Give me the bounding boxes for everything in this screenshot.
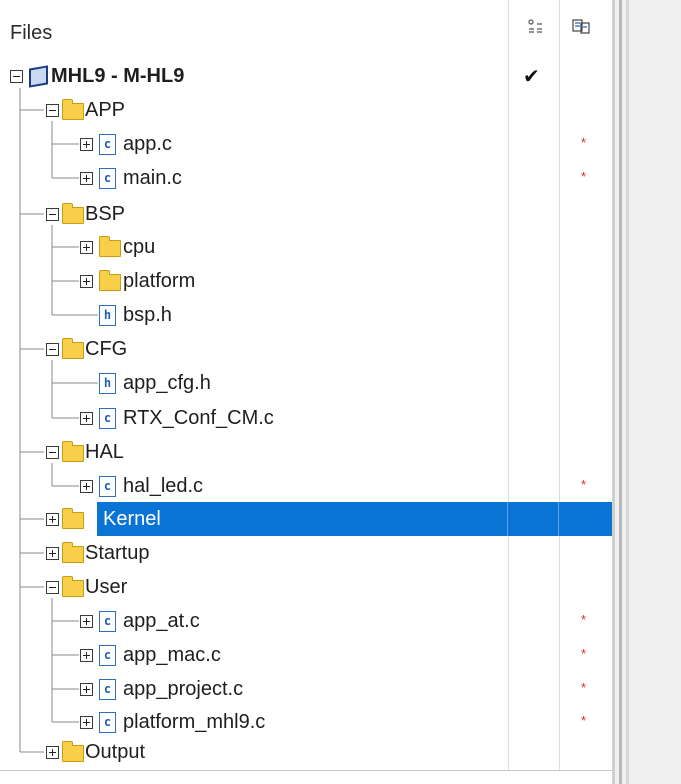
tree-item-folder-app[interactable]: APP: [0, 93, 612, 127]
h-file-icon: h: [99, 373, 116, 394]
modified-star-icon: *: [581, 477, 587, 492]
collapse-icon[interactable]: [46, 208, 59, 221]
folder-icon: [99, 236, 121, 257]
collapse-icon[interactable]: [46, 581, 59, 594]
expand-icon[interactable]: [80, 480, 93, 493]
tree-item-label: platform_mhl9.c: [123, 711, 266, 733]
collapse-icon[interactable]: [46, 343, 59, 356]
tree-item-folder-user[interactable]: User: [0, 570, 612, 604]
expand-icon[interactable]: [80, 615, 93, 628]
tree-item-label: Output: [85, 741, 146, 763]
panel-bottom-border: [0, 770, 612, 771]
tree-item-label: Kernel: [103, 508, 161, 530]
tree-item-label: main.c: [123, 167, 182, 189]
c-file-icon: c: [99, 611, 116, 632]
modified-star-icon: *: [581, 680, 587, 695]
tree-item-file-bsp-h[interactable]: h bsp.h: [0, 298, 612, 332]
collapse-icon[interactable]: [46, 446, 59, 459]
tree-item-label: HAL: [85, 441, 124, 463]
tree-item-label: app_cfg.h: [123, 372, 211, 394]
tree-item-kernel-prefix[interactable]: [0, 502, 97, 536]
tree-item-file-app-cfg-h[interactable]: h app_cfg.h: [0, 366, 612, 400]
c-file-icon: c: [99, 679, 116, 700]
tree-item-label: app.c: [123, 133, 172, 155]
collapse-icon[interactable]: [46, 104, 59, 117]
tree-item-label: APP: [85, 99, 126, 121]
folder-icon: [62, 542, 84, 563]
tree-item-label: hal_led.c: [123, 475, 204, 497]
tree-item-folder-bsp[interactable]: BSP: [0, 197, 612, 231]
folder-icon: [62, 741, 84, 762]
c-file-icon: c: [99, 408, 116, 429]
modified-star-icon: *: [581, 135, 587, 150]
tree-item-file-platform-mhl9[interactable]: c platform_mhl9.c *: [0, 705, 612, 739]
tree-item-folder-platform[interactable]: platform: [0, 264, 612, 298]
tree-item-folder-cpu[interactable]: cpu: [0, 230, 612, 264]
column-divider: [558, 502, 559, 536]
c-file-icon: c: [99, 476, 116, 497]
expand-icon[interactable]: [80, 138, 93, 151]
tree-item-label: bsp.h: [123, 304, 172, 326]
column-divider: [507, 502, 508, 536]
tree-item-label: cpu: [123, 236, 156, 258]
tree-item-folder-kernel-selected[interactable]: Kernel: [97, 502, 612, 536]
splitter-edge[interactable]: [612, 0, 615, 784]
splitter-edge[interactable]: [626, 0, 629, 784]
tree-item-file-app-project[interactable]: c app_project.c *: [0, 672, 612, 706]
tree-item-label: RTX_Conf_CM.c: [123, 407, 274, 429]
c-file-icon: c: [99, 712, 116, 733]
tree-item-folder-output[interactable]: Output: [0, 735, 612, 769]
splitter-area: [612, 0, 681, 784]
c-file-icon: c: [99, 168, 116, 189]
c-file-icon: c: [99, 134, 116, 155]
expand-icon[interactable]: [46, 513, 59, 526]
folder-icon: [62, 99, 84, 120]
splitter-edge[interactable]: [619, 0, 622, 784]
expand-icon[interactable]: [80, 412, 93, 425]
modified-star-icon: *: [581, 169, 587, 184]
tree-item-folder-startup[interactable]: Startup: [0, 536, 612, 570]
tree-item-label: Startup: [85, 542, 150, 564]
c-file-icon: c: [99, 645, 116, 666]
modified-star-icon: *: [581, 612, 587, 627]
tree-item-label: app_mac.c: [123, 644, 221, 666]
expand-icon[interactable]: [80, 649, 93, 662]
tree-item-file-app-mac[interactable]: c app_mac.c *: [0, 638, 612, 672]
tree-item-label: platform: [123, 270, 196, 292]
tree-item-label: BSP: [85, 203, 126, 225]
tree-item-file-main-c[interactable]: c main.c *: [0, 161, 612, 195]
folder-icon: [62, 508, 84, 529]
tree-item-folder-hal[interactable]: HAL: [0, 435, 612, 469]
tree-item-label: CFG: [85, 338, 128, 360]
tree-item-label: app_at.c: [123, 610, 200, 632]
folder-icon: [62, 203, 84, 224]
expand-icon[interactable]: [46, 746, 59, 759]
tree-item-file-rtx-conf[interactable]: c RTX_Conf_CM.c: [0, 401, 612, 435]
modified-star-icon: *: [581, 646, 587, 661]
folder-icon: [99, 270, 121, 291]
workspace-files-panel: Files MHL9 - M-HL9 ✔ APP c app.c * c mai…: [0, 0, 612, 784]
tree-item-file-app-at[interactable]: c app_at.c *: [0, 604, 612, 638]
expand-icon[interactable]: [80, 241, 93, 254]
expand-icon[interactable]: [80, 275, 93, 288]
expand-icon[interactable]: [80, 172, 93, 185]
folder-icon: [62, 576, 84, 597]
expand-icon[interactable]: [80, 683, 93, 696]
modified-star-icon: *: [581, 713, 587, 728]
folder-icon: [62, 338, 84, 359]
tree-item-file-app-c[interactable]: c app.c *: [0, 127, 612, 161]
h-file-icon: h: [99, 305, 116, 326]
tree-item-file-hal-led[interactable]: c hal_led.c *: [0, 469, 612, 503]
tree-item-folder-cfg[interactable]: CFG: [0, 332, 612, 366]
tree-item-label: app_project.c: [123, 678, 244, 700]
expand-icon[interactable]: [80, 716, 93, 729]
expand-icon[interactable]: [46, 547, 59, 560]
tree-item-label: User: [85, 576, 128, 598]
folder-icon: [62, 441, 84, 462]
